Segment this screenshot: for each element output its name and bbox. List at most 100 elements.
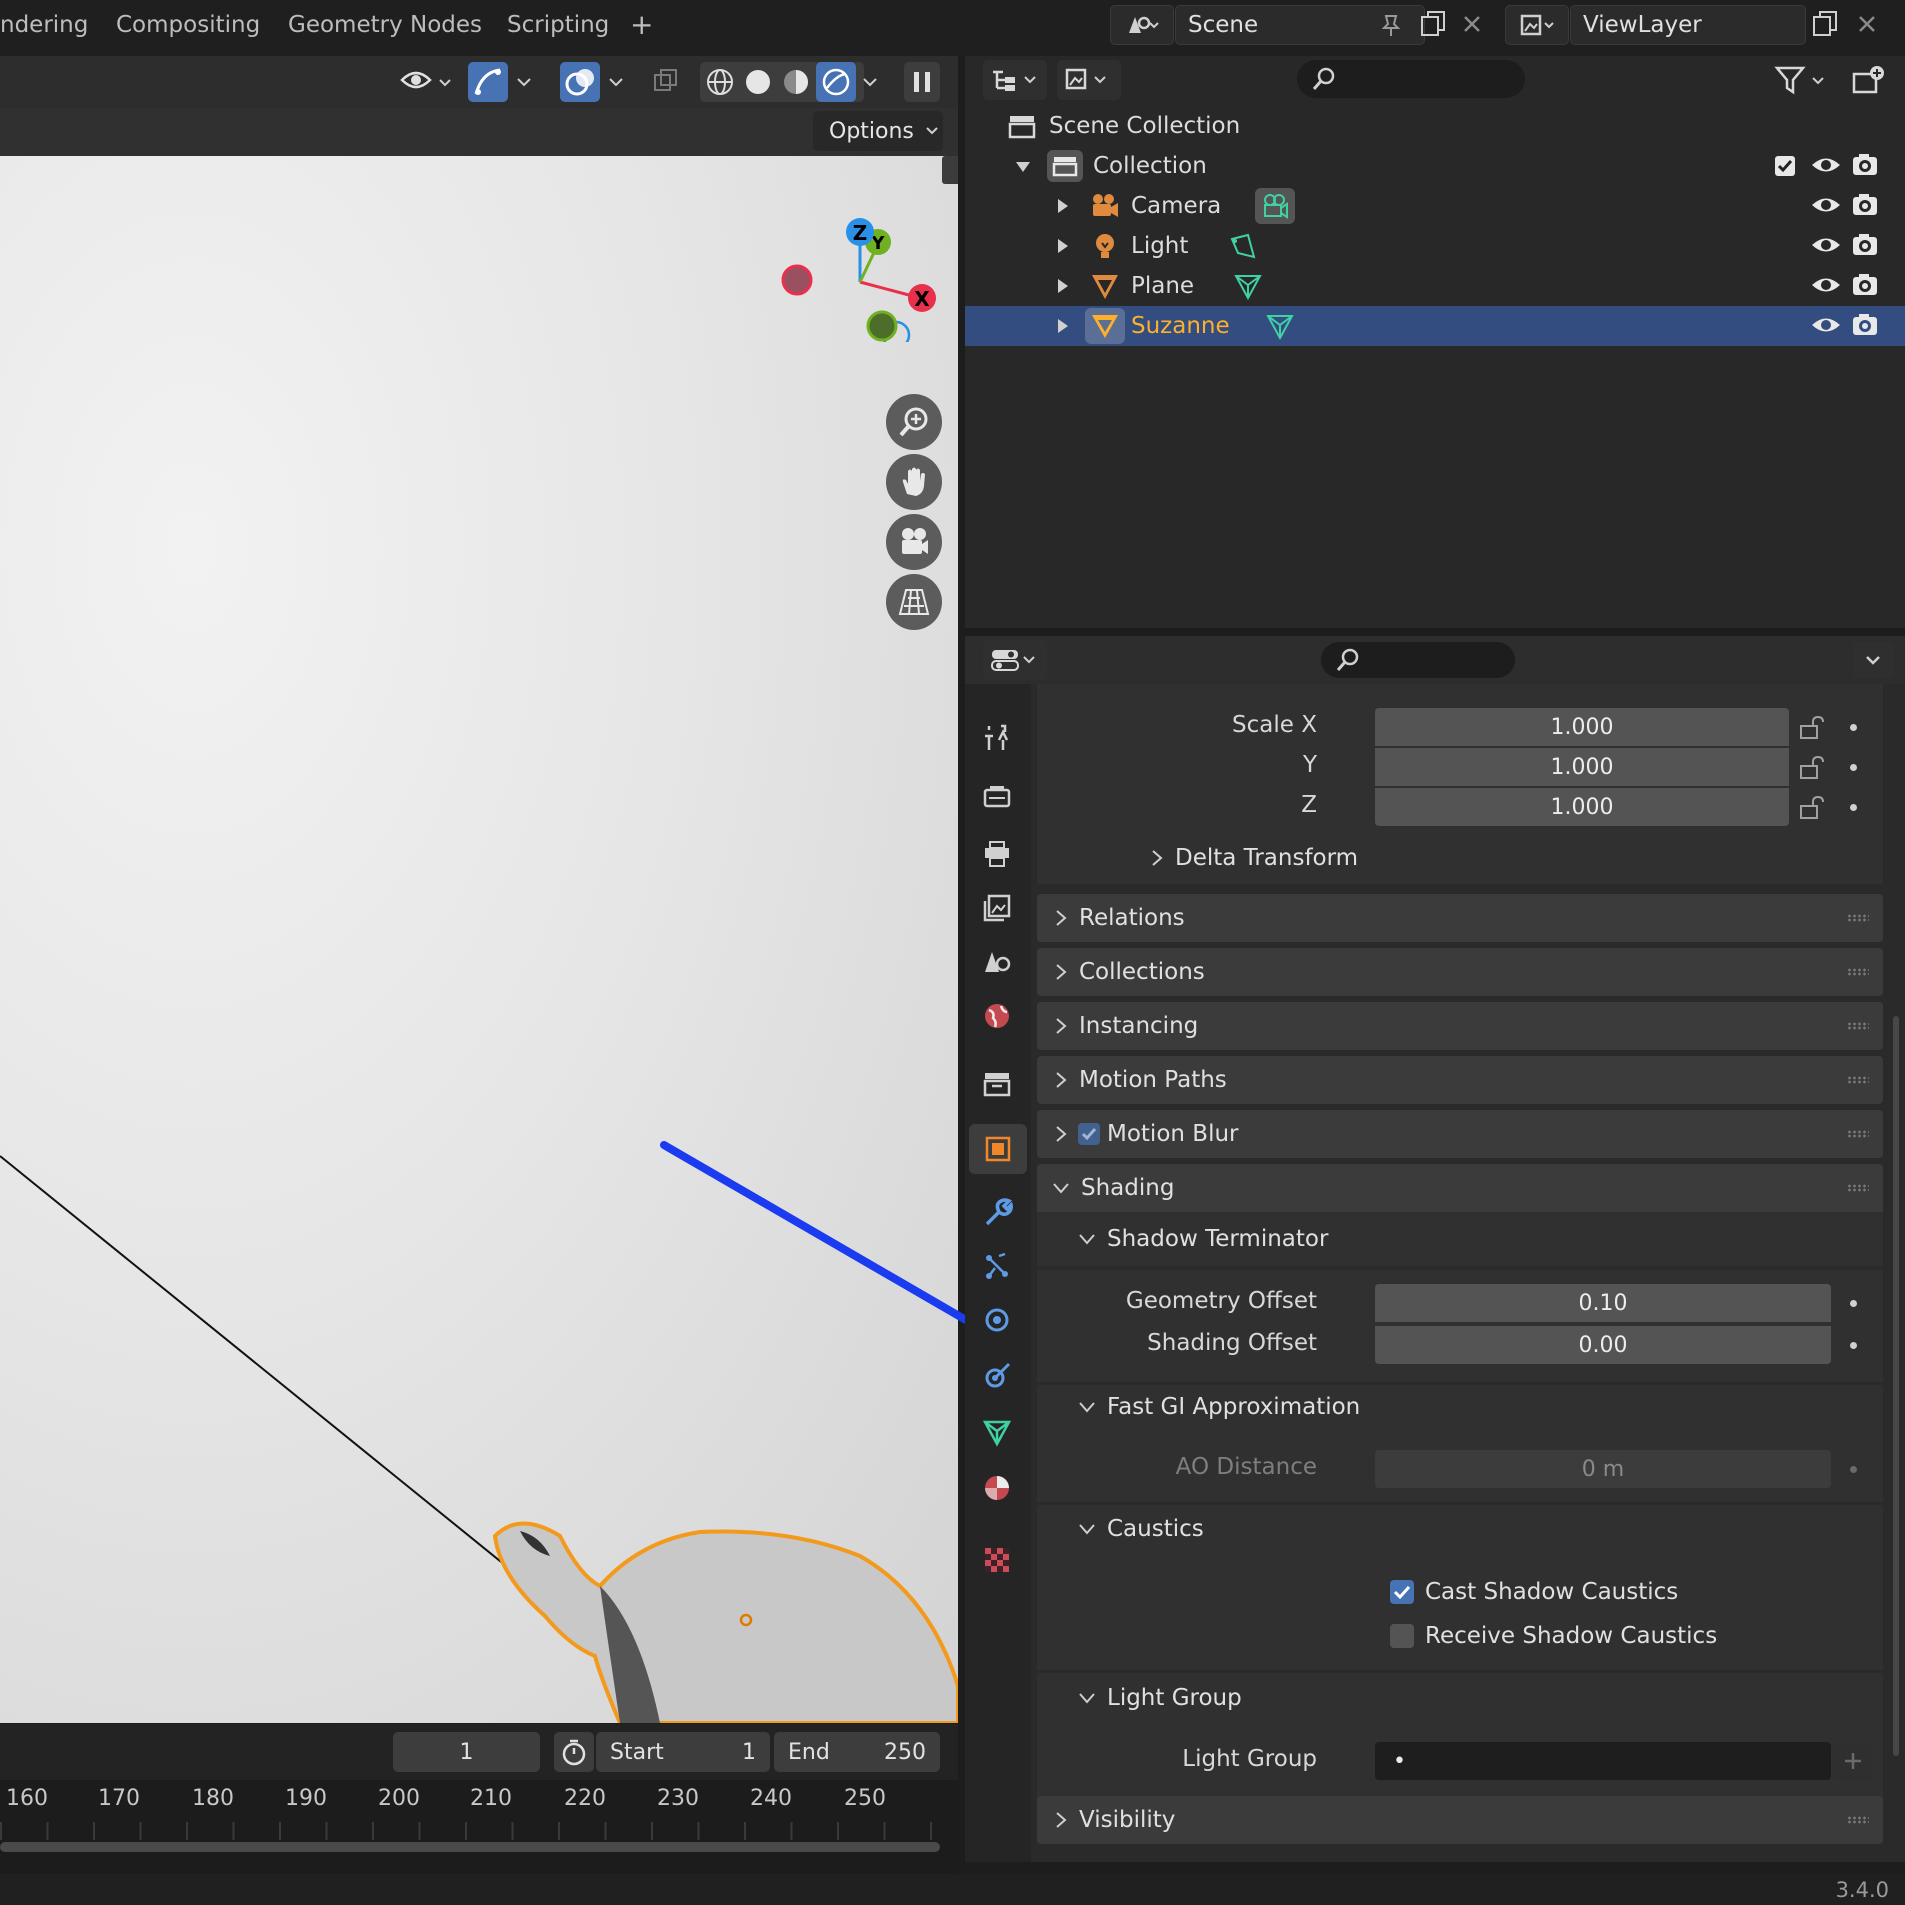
exclude-checkbox-icon[interactable]	[1773, 154, 1797, 178]
pan-button[interactable]	[886, 454, 942, 510]
scale-x-field[interactable]: 1.000	[1375, 708, 1789, 746]
rendered-shading-button[interactable]	[816, 62, 856, 102]
view-layer-name-field[interactable]: ViewLayer	[1570, 5, 1806, 45]
outliner-row-plane[interactable]: Plane	[965, 266, 1905, 306]
material-shading-icon[interactable]	[780, 66, 812, 98]
tab-particles[interactable]	[977, 1246, 1017, 1286]
tab-view-layer[interactable]	[977, 888, 1017, 928]
disclosure-collapsed-icon[interactable]	[1055, 197, 1071, 215]
outliner-row-scene-collection[interactable]: Scene Collection	[965, 106, 1905, 146]
subpanel-caustics[interactable]: Caustics	[1037, 1502, 1883, 1552]
tab-physics[interactable]	[977, 1300, 1017, 1340]
workspace-tab-rendering[interactable]: ndering	[0, 12, 88, 38]
chevron-down-icon[interactable]	[606, 72, 626, 92]
playback-timer-button[interactable]	[554, 1732, 594, 1772]
properties-scrollbar[interactable]	[1893, 1016, 1899, 1756]
wireframe-shading-icon[interactable]	[704, 66, 736, 98]
panel-collections[interactable]: Collections	[1037, 948, 1883, 996]
panel-motion-paths[interactable]: Motion Paths	[1037, 1056, 1883, 1104]
subpanel-fast-gi[interactable]: Fast GI Approximation	[1037, 1382, 1883, 1428]
camera-data-icon[interactable]	[1255, 188, 1296, 224]
pin-icon[interactable]	[1378, 12, 1404, 38]
tab-collection[interactable]	[977, 1064, 1017, 1104]
camera-view-button[interactable]	[886, 514, 942, 570]
start-frame-field[interactable]: Start 1	[596, 1732, 770, 1772]
tab-render[interactable]	[977, 776, 1017, 816]
options-dropdown[interactable]: Options	[813, 111, 943, 151]
delete-view-layer-icon[interactable]	[1855, 12, 1879, 36]
tab-material[interactable]	[977, 1468, 1017, 1508]
panel-instancing[interactable]: Instancing	[1037, 1002, 1883, 1050]
chevron-down-icon[interactable]	[860, 72, 880, 92]
workspace-tab-compositing[interactable]: Compositing	[116, 12, 260, 38]
solid-shading-icon[interactable]	[742, 66, 774, 98]
tab-texture[interactable]	[977, 1540, 1017, 1580]
pause-render-button[interactable]	[904, 62, 940, 102]
drag-handle-icon[interactable]	[1847, 968, 1869, 976]
add-workspace-button[interactable]: +	[630, 8, 653, 41]
scale-z-field[interactable]: 1.000	[1375, 788, 1789, 826]
keyframe-dot[interactable]	[1850, 724, 1857, 731]
tab-modifiers[interactable]	[977, 1192, 1017, 1232]
editor-type-button[interactable]	[983, 60, 1047, 100]
filter-icon[interactable]	[1773, 64, 1833, 96]
keyframe-dot[interactable]	[1850, 804, 1857, 811]
unlock-icon[interactable]	[1797, 714, 1827, 742]
disclosure-collapsed-icon[interactable]	[1055, 317, 1071, 335]
subpanel-light-group[interactable]: Light Group	[1037, 1670, 1883, 1722]
eye-icon[interactable]	[1810, 272, 1842, 298]
perspective-toggle-button[interactable]	[886, 574, 942, 630]
eye-icon[interactable]	[1810, 232, 1842, 258]
overlays-toggle-button[interactable]	[560, 62, 600, 102]
panel-visibility[interactable]: Visibility	[1037, 1796, 1883, 1844]
keyframe-dot[interactable]	[1850, 764, 1857, 771]
tab-object-data[interactable]	[977, 1412, 1017, 1452]
disclosure-collapsed-icon[interactable]	[1055, 237, 1071, 255]
keyframe-dot[interactable]	[1850, 1342, 1857, 1349]
unlock-icon[interactable]	[1797, 794, 1827, 822]
checkbox-checked-icon[interactable]	[1077, 1122, 1101, 1146]
geometry-offset-field[interactable]: 0.10	[1375, 1284, 1831, 1322]
display-mode-button[interactable]	[1057, 60, 1121, 100]
viewport-canvas[interactable]: X Y Z	[0, 156, 958, 1723]
panel-relations[interactable]: Relations	[1037, 894, 1883, 942]
drag-handle-icon[interactable]	[1847, 1816, 1869, 1824]
delete-scene-icon[interactable]	[1460, 12, 1484, 36]
workspace-tab-geometry-nodes[interactable]: Geometry Nodes	[288, 12, 482, 38]
new-scene-icon[interactable]	[1418, 9, 1448, 39]
add-light-group-button[interactable]	[1833, 1742, 1873, 1780]
light-group-input[interactable]: •	[1375, 1742, 1831, 1780]
zoom-button[interactable]	[886, 394, 942, 450]
light-data-icon[interactable]	[1226, 231, 1258, 261]
render-camera-icon[interactable]	[1851, 312, 1879, 338]
outliner-row-camera[interactable]: Camera	[965, 186, 1905, 226]
timeline-scrollbar[interactable]	[0, 1842, 940, 1852]
panel-motion-blur[interactable]: Motion Blur	[1037, 1110, 1883, 1158]
receive-shadow-caustics-checkbox[interactable]: Receive Shadow Caustics	[1389, 1620, 1717, 1652]
drag-handle-icon[interactable]	[1847, 914, 1869, 922]
gizmo-toggle-button[interactable]	[468, 62, 508, 102]
workspace-tab-scripting[interactable]: Scripting	[507, 12, 609, 38]
outliner-row-collection[interactable]: Collection	[965, 146, 1905, 186]
render-camera-icon[interactable]	[1851, 152, 1879, 178]
chevron-down-icon[interactable]	[514, 72, 534, 92]
view-layer-selector-button[interactable]	[1505, 5, 1569, 45]
eye-icon[interactable]	[1810, 192, 1842, 218]
eye-icon[interactable]	[1810, 152, 1842, 178]
tab-scene[interactable]	[977, 942, 1017, 982]
outliner-row-light[interactable]: Light	[965, 226, 1905, 266]
current-frame-field[interactable]: 1	[393, 1732, 540, 1772]
new-view-layer-icon[interactable]	[1810, 9, 1840, 39]
cast-shadow-caustics-checkbox[interactable]: Cast Shadow Caustics	[1389, 1576, 1678, 1608]
properties-search-input[interactable]	[1321, 642, 1515, 678]
disclosure-collapsed-icon[interactable]	[1055, 277, 1071, 295]
xray-toggle-icon[interactable]	[650, 66, 682, 98]
sidebar-toggle-tab[interactable]	[942, 156, 958, 184]
ao-distance-field[interactable]: 0 m	[1375, 1450, 1831, 1488]
keyframe-dot[interactable]	[1850, 1466, 1857, 1473]
tab-tool[interactable]	[977, 718, 1017, 758]
navigation-gizmo[interactable]: X Y Z	[768, 192, 948, 342]
tab-constraints[interactable]	[977, 1356, 1017, 1396]
drag-handle-icon[interactable]	[1847, 1130, 1869, 1138]
tab-world[interactable]	[977, 996, 1017, 1036]
